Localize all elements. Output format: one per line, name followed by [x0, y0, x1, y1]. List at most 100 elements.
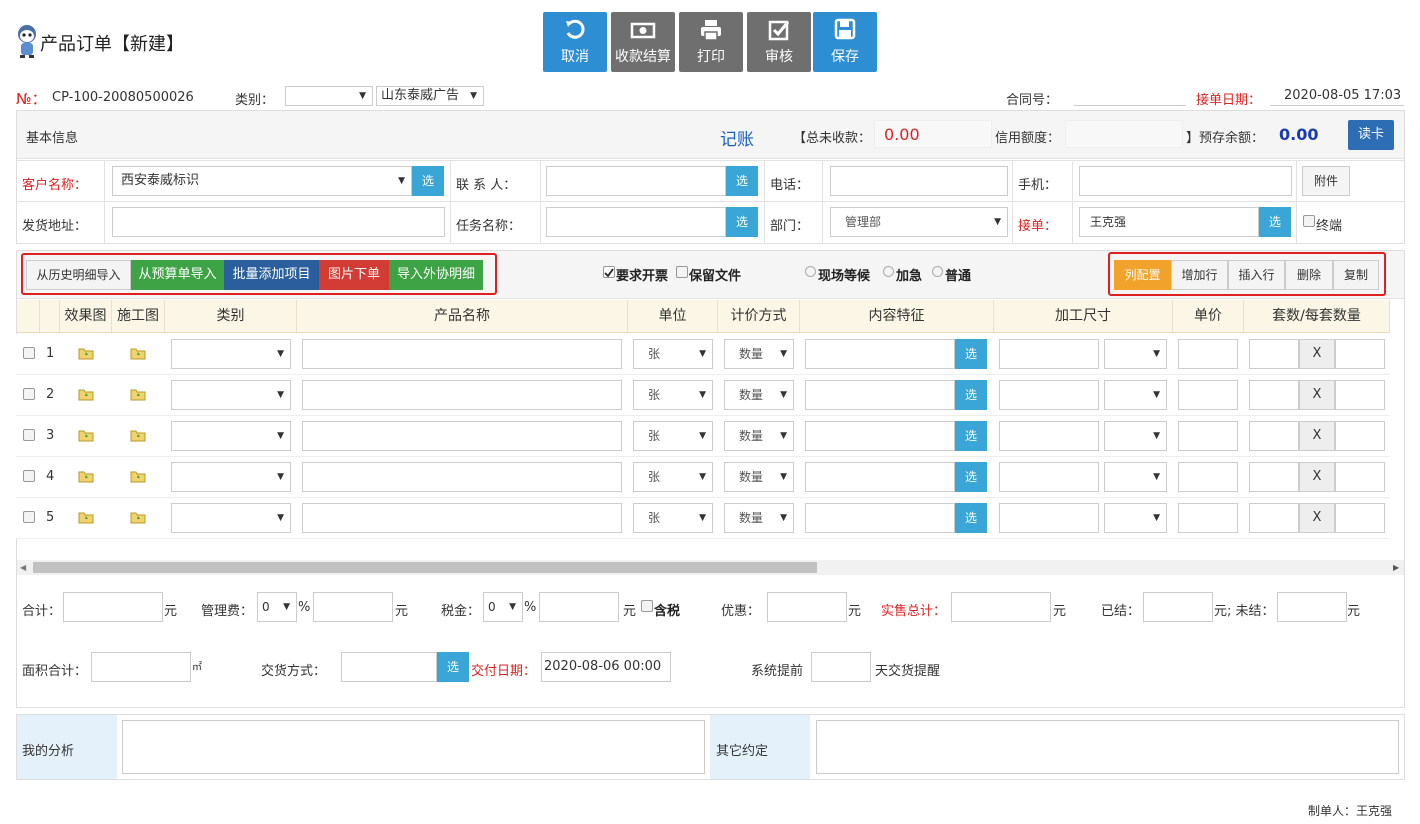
row-product-name-input[interactable] — [302, 421, 622, 451]
category-select[interactable] — [285, 86, 373, 106]
row-select-checkbox[interactable] — [23, 347, 35, 359]
effect-image-upload-icon[interactable] — [78, 510, 94, 528]
effect-image-upload-icon[interactable] — [78, 387, 94, 405]
phone-input[interactable] — [830, 166, 1008, 196]
row-content-input[interactable] — [805, 339, 955, 369]
real-total-input[interactable] — [951, 592, 1051, 622]
urgent-radio[interactable] — [883, 266, 894, 277]
read-card-button[interactable]: 读卡 — [1348, 120, 1394, 150]
keep-file-checkbox[interactable] — [676, 266, 688, 278]
row-select-checkbox[interactable] — [23, 470, 35, 482]
sum-input[interactable] — [63, 592, 163, 622]
row-per-set-qty-input[interactable] — [1335, 462, 1385, 492]
audit-button[interactable]: 审核 — [747, 12, 811, 72]
row-sets-input[interactable] — [1249, 503, 1299, 533]
row-size-unit-select[interactable] — [1104, 421, 1167, 451]
row-content-pick-button[interactable]: 选 — [955, 462, 987, 492]
other-agreement-textarea[interactable] — [816, 720, 1399, 774]
row-content-input[interactable] — [805, 462, 955, 492]
row-size-unit-select[interactable] — [1104, 339, 1167, 369]
row-size-input[interactable] — [999, 503, 1099, 533]
cancel-button[interactable]: 取消 — [543, 12, 607, 72]
wait-onsite-radio[interactable] — [805, 266, 816, 277]
row-content-pick-button[interactable]: 选 — [955, 380, 987, 410]
row-pricing-select[interactable]: 数量 — [724, 339, 794, 369]
scroll-left-icon[interactable]: ◀ — [20, 560, 26, 575]
effect-image-upload-icon[interactable] — [78, 469, 94, 487]
row-category-select[interactable] — [171, 421, 291, 451]
row-category-select[interactable] — [171, 339, 291, 369]
row-sets-input[interactable] — [1249, 380, 1299, 410]
contact-pick-button[interactable]: 选 — [726, 166, 758, 196]
row-content-input[interactable] — [805, 380, 955, 410]
need-invoice-checkbox[interactable] — [603, 266, 615, 278]
delivery-input[interactable] — [341, 652, 437, 682]
row-category-select[interactable] — [171, 462, 291, 492]
row-product-name-input[interactable] — [302, 380, 622, 410]
row-content-input[interactable] — [805, 421, 955, 451]
settled-input[interactable] — [1143, 592, 1213, 622]
row-size-unit-select[interactable] — [1104, 503, 1167, 533]
row-unit-select[interactable]: 张 — [633, 421, 713, 451]
row-select-checkbox[interactable] — [23, 388, 35, 400]
construction-image-upload-icon[interactable] — [130, 387, 146, 405]
row-select-checkbox[interactable] — [23, 511, 35, 523]
scrollbar-thumb[interactable] — [33, 562, 817, 573]
unsettled-input[interactable] — [1277, 592, 1347, 622]
add-row-button[interactable]: 增加行 — [1171, 260, 1228, 290]
row-size-input[interactable] — [999, 339, 1099, 369]
construction-image-upload-icon[interactable] — [130, 469, 146, 487]
contact-input[interactable] — [546, 166, 726, 196]
contract-input[interactable] — [1074, 86, 1186, 106]
row-sets-input[interactable] — [1249, 339, 1299, 369]
row-per-set-qty-input[interactable] — [1335, 503, 1385, 533]
row-size-unit-select[interactable] — [1104, 462, 1167, 492]
row-product-name-input[interactable] — [302, 503, 622, 533]
effect-image-upload-icon[interactable] — [78, 428, 94, 446]
customer-select[interactable]: 西安泰威标识 — [112, 166, 412, 196]
row-product-name-input[interactable] — [302, 339, 622, 369]
row-unit-price-input[interactable] — [1178, 462, 1238, 492]
customer-pick-button[interactable]: 选 — [412, 166, 444, 196]
row-per-set-qty-input[interactable] — [1335, 339, 1385, 369]
row-pricing-select[interactable]: 数量 — [724, 421, 794, 451]
row-pricing-select[interactable]: 数量 — [724, 462, 794, 492]
analysis-textarea[interactable] — [122, 720, 705, 774]
taker-pick-button[interactable]: 选 — [1259, 207, 1291, 237]
column-config-button[interactable]: 列配置 — [1114, 260, 1171, 290]
mgmt-rate-select[interactable]: 0 — [257, 592, 297, 622]
order-date-value[interactable]: 2020-08-05 17:03 — [1270, 86, 1404, 106]
dept-select[interactable]: 管理部 — [830, 207, 1008, 237]
address-input[interactable] — [112, 207, 445, 237]
construction-image-upload-icon[interactable] — [130, 428, 146, 446]
row-content-pick-button[interactable]: 选 — [955, 339, 987, 369]
row-unit-price-input[interactable] — [1178, 380, 1238, 410]
construction-image-upload-icon[interactable] — [130, 346, 146, 364]
row-pricing-select[interactable]: 数量 — [724, 503, 794, 533]
import-from-budget-button[interactable]: 从预算单导入 — [131, 260, 224, 290]
task-input[interactable] — [546, 207, 726, 237]
collect-settle-button[interactable]: 收款结算 — [611, 12, 675, 72]
row-unit-price-input[interactable] — [1178, 503, 1238, 533]
row-unit-select[interactable]: 张 — [633, 380, 713, 410]
mobile-input[interactable] — [1079, 166, 1292, 196]
area-input[interactable] — [91, 652, 191, 682]
row-unit-price-input[interactable] — [1178, 339, 1238, 369]
copy-row-button[interactable]: 复制 — [1333, 260, 1379, 290]
row-unit-select[interactable]: 张 — [633, 462, 713, 492]
row-content-pick-button[interactable]: 选 — [955, 503, 987, 533]
import-from-history-button[interactable]: 从历史明细导入 — [26, 260, 131, 290]
row-category-select[interactable] — [171, 503, 291, 533]
delete-row-button[interactable]: 删除 — [1285, 260, 1333, 290]
company-select[interactable]: 山东泰威广告 — [376, 86, 484, 106]
normal-radio[interactable] — [932, 266, 943, 277]
taker-input[interactable]: 王克强 — [1079, 207, 1259, 237]
due-date-input[interactable]: 2020-08-06 00:00 — [541, 652, 671, 682]
remind-days-input[interactable] — [811, 652, 871, 682]
row-per-set-qty-input[interactable] — [1335, 380, 1385, 410]
row-size-input[interactable] — [999, 380, 1099, 410]
task-pick-button[interactable]: 选 — [726, 207, 758, 237]
bookkeep-link[interactable]: 记账 — [720, 125, 754, 150]
construction-image-upload-icon[interactable] — [130, 510, 146, 528]
terminal-checkbox[interactable] — [1303, 215, 1315, 227]
